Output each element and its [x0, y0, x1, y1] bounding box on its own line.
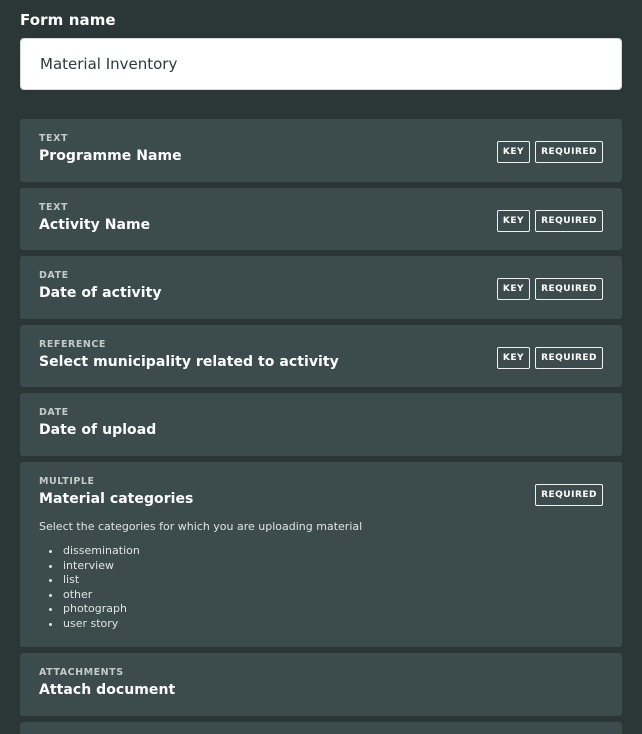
- field-type-label: MULTIPLE: [39, 475, 95, 487]
- field-title: Select municipality related to activity: [39, 353, 339, 370]
- field-card-texts: ATTACHMENTS Attach document: [39, 667, 175, 700]
- field-card[interactable]: DATE Date of activity KEY REQUIRED: [20, 256, 622, 319]
- required-badge[interactable]: REQUIRED: [535, 483, 603, 506]
- field-type-label: TEXT: [39, 201, 68, 213]
- field-type-label: TEXT: [39, 133, 68, 144]
- field-badges: KEY REQUIRED: [496, 270, 603, 301]
- field-title: Programme Name: [39, 148, 182, 165]
- key-badge[interactable]: KEY: [496, 141, 531, 163]
- field-card-header: MULTIPLE Material categories REQUIRED: [39, 476, 603, 509]
- required-badge[interactable]: REQUIRED: [535, 141, 603, 163]
- required-badge[interactable]: REQUIRED: [535, 346, 603, 369]
- field-help-text: Select the categories for which you are …: [39, 520, 363, 534]
- field-badges: KEY REQUIRED: [496, 133, 603, 163]
- field-option-item: interview: [43, 559, 603, 574]
- field-badges: KEY REQUIRED: [496, 339, 603, 369]
- field-card-header: DATE Date of activity KEY REQUIRED: [39, 270, 603, 303]
- field-option-item: other: [43, 588, 603, 603]
- field-card-header: ATTACHMENTS Attach document: [39, 667, 603, 700]
- field-card[interactable]: ATTACHMENTS Attach document: [20, 653, 622, 716]
- form-builder-page: Form name TEXTProgramme NameKEYREQUIREDT…: [0, 0, 642, 734]
- field-title: Activity Name: [39, 216, 151, 233]
- field-card-texts: REFERENCE Select municipality related to …: [39, 339, 339, 372]
- field-type-label: ATTACHMENTS: [39, 667, 124, 679]
- field-card-texts: MULTIPLE Material categories: [39, 476, 193, 509]
- field-list: TEXT Programme Name KEY REQUIRED TEXT Activit…: [20, 119, 622, 734]
- field-type-label: REFERENCE: [39, 338, 106, 350]
- field-option-item: photograph: [43, 602, 603, 617]
- field-card-texts: TEXT Programme Name: [39, 133, 182, 166]
- field-type-label: DATE: [39, 270, 69, 282]
- key-badge[interactable]: KEY: [496, 278, 531, 301]
- field-type-label: DATE: [39, 407, 69, 419]
- field-card-texts: DATE Date of activity: [39, 270, 162, 303]
- form-name-label: Form name: [20, 11, 116, 29]
- field-badges: KEY REQUIRED: [496, 202, 603, 232]
- key-badge[interactable]: KEY: [496, 209, 531, 232]
- field-card-header: REFERENCE Select municipality related to …: [39, 339, 603, 372]
- required-badge[interactable]: REQUIRED: [535, 278, 603, 301]
- field-card[interactable]: DATE Date of upload: [20, 393, 622, 456]
- field-title: Date of activity: [39, 285, 162, 302]
- field-card-header: TEXT Activity Name KEY REQUIRED: [39, 202, 603, 235]
- field-option-item: list: [43, 573, 603, 588]
- field-options-list: dissemination interview list other photograp…: [39, 544, 603, 631]
- field-title: Date of upload: [39, 422, 157, 439]
- field-card-header: DATE Date of upload: [39, 407, 603, 440]
- field-card-texts: DATE Date of upload: [39, 407, 156, 440]
- field-title: Attach document: [39, 682, 176, 699]
- field-card[interactable]: ATTACHMENTSAttach image: [20, 721, 622, 734]
- field-card-header: TEXT Programme Name KEY REQUIRED: [39, 133, 603, 166]
- field-option-item: user story: [43, 617, 603, 632]
- field-option-item: dissemination: [43, 544, 603, 559]
- field-card[interactable]: MULTIPLE Material categories REQUIRED Selec…: [20, 461, 622, 648]
- key-badge[interactable]: KEY: [496, 346, 531, 369]
- field-title: Material categories: [39, 491, 194, 507]
- field-card[interactable]: TEXT Programme Name KEY REQUIRED: [20, 119, 622, 182]
- field-card[interactable]: TEXT Activity Name KEY REQUIRED: [20, 187, 622, 251]
- field-card[interactable]: REFERENCE Select municipality related to …: [20, 324, 622, 388]
- form-name-input[interactable]: [20, 38, 622, 90]
- field-badges: REQUIRED: [535, 476, 603, 506]
- required-badge[interactable]: REQUIRED: [535, 209, 603, 232]
- field-card-texts: TEXT Activity Name: [39, 202, 150, 235]
